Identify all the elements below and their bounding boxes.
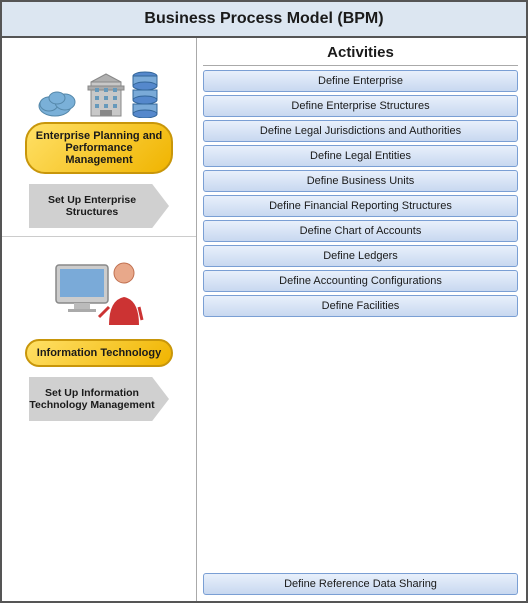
- it-section: Information Technology Set Up Informatio…: [2, 237, 196, 601]
- activity-define-enterprise[interactable]: Define Enterprise: [203, 70, 518, 92]
- activity-define-ledgers[interactable]: Define Ledgers: [203, 245, 518, 267]
- enterprise-bubble: Enterprise Planning and Performance Mana…: [25, 122, 173, 174]
- enterprise-arrow-container: Set Up Enterprise Structures: [29, 178, 169, 232]
- main-container: Business Process Model (BPM): [0, 0, 528, 603]
- database-icon: [129, 68, 161, 118]
- activity-define-enterprise-structures[interactable]: Define Enterprise Structures: [203, 95, 518, 117]
- enterprise-arrow: Set Up Enterprise Structures: [29, 184, 169, 228]
- it-icons: [54, 245, 144, 335]
- activity-define-legal-jurisdictions[interactable]: Define Legal Jurisdictions and Authoriti…: [203, 120, 518, 142]
- right-column: Activities Define Enterprise Define Ente…: [197, 38, 526, 601]
- activities-divider: [203, 65, 518, 66]
- content-area: Enterprise Planning and Performance Mana…: [2, 38, 526, 601]
- enterprise-icons: [37, 38, 161, 118]
- it-arrow-container: Set Up Information Technology Management: [29, 371, 169, 425]
- right-spacer: [203, 320, 518, 571]
- activities-title: Activities: [203, 44, 518, 61]
- activity-define-business-units[interactable]: Define Business Units: [203, 170, 518, 192]
- activity-define-financial-reporting[interactable]: Define Financial Reporting Structures: [203, 195, 518, 217]
- activity-define-accounting-configurations[interactable]: Define Accounting Configurations: [203, 270, 518, 292]
- cloud-icon: [37, 84, 83, 118]
- computer-person-icon: [54, 245, 144, 335]
- activity-define-facilities[interactable]: Define Facilities: [203, 295, 518, 317]
- left-column: Enterprise Planning and Performance Mana…: [2, 38, 197, 601]
- activity-define-legal-entities[interactable]: Define Legal Entities: [203, 145, 518, 167]
- it-arrow: Set Up Information Technology Management: [29, 377, 169, 421]
- activity-define-reference-data-sharing[interactable]: Define Reference Data Sharing: [203, 573, 518, 595]
- activity-define-chart-of-accounts[interactable]: Define Chart of Accounts: [203, 220, 518, 242]
- building-icon: [87, 72, 125, 118]
- page-title: Business Process Model (BPM): [2, 2, 526, 38]
- enterprise-section: Enterprise Planning and Performance Mana…: [2, 38, 196, 237]
- it-bubble: Information Technology: [25, 339, 173, 367]
